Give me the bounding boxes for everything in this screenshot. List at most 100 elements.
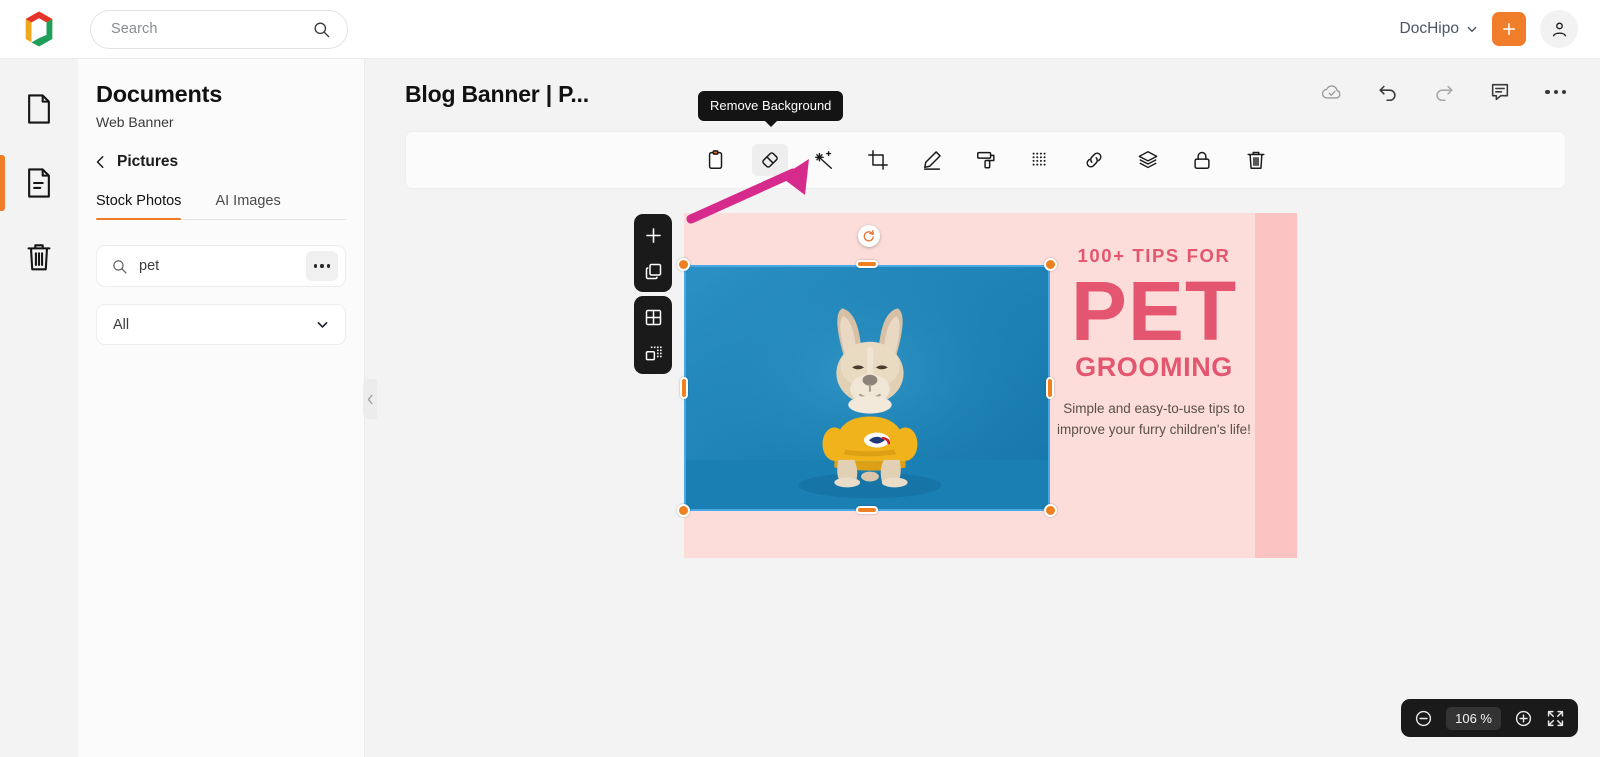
account-button[interactable] — [1540, 10, 1578, 48]
resize-handle-bottom-right[interactable] — [1044, 504, 1057, 517]
pencil-icon — [923, 151, 941, 170]
breadcrumb[interactable]: Pictures — [96, 153, 346, 171]
redo-arrow-icon — [1436, 85, 1454, 102]
tool-edit-image[interactable] — [914, 144, 950, 176]
tool-magic-enhance[interactable] — [806, 144, 842, 176]
panel-collapse-handle[interactable] — [363, 379, 377, 419]
plus-circle-icon[interactable] — [1514, 709, 1533, 728]
zoom-level-value[interactable]: 106 % — [1446, 706, 1501, 730]
grid-icon — [645, 309, 661, 325]
global-search-input[interactable]: Search — [90, 9, 348, 49]
crop-icon — [867, 150, 888, 170]
resize-handle-middle-left[interactable] — [680, 377, 688, 399]
stock-search-value: pet — [139, 258, 160, 274]
duplicate-page-button[interactable] — [641, 259, 665, 283]
banner-subheadline: GROOMING — [1075, 352, 1233, 383]
resize-handle-top-center[interactable] — [856, 260, 878, 268]
grid-layout-button[interactable] — [641, 305, 665, 329]
comments-button[interactable] — [1489, 81, 1511, 103]
stock-search-input[interactable]: pet — [96, 245, 346, 287]
selected-image-object[interactable] — [684, 265, 1050, 511]
cloud-check-icon — [1322, 85, 1341, 99]
link-icon — [1086, 152, 1101, 168]
app-logo[interactable] — [0, 9, 78, 49]
magic-wand-icon — [814, 151, 832, 169]
banner-text-block: 100+ TIPS FOR PET GROOMING Simple and ea… — [1049, 213, 1259, 558]
smart-select-icon — [645, 346, 662, 360]
category-filter-select[interactable]: All — [96, 304, 346, 345]
tool-fill-color[interactable] — [968, 144, 1004, 176]
brand-switcher[interactable]: DocHipo — [1400, 20, 1478, 38]
search-options-button[interactable] — [306, 251, 338, 281]
expand-icon[interactable] — [1546, 709, 1565, 728]
minus-circle-icon[interactable] — [1414, 709, 1433, 728]
canvas-artboard[interactable]: 100+ TIPS FOR PET GROOMING Simple and ea… — [677, 213, 1297, 558]
tab-ai-images-label: AI Images — [215, 193, 281, 209]
tab-stock-photos-label: Stock Photos — [96, 193, 182, 209]
undo-arrow-icon — [1379, 85, 1397, 102]
editor-stage: Blog Banner | P... Remove Background 100… — [365, 59, 1600, 757]
top-bar-right-group: DocHipo — [1400, 10, 1600, 48]
ellipsis-icon — [1545, 89, 1550, 95]
resize-handle-bottom-center[interactable] — [856, 506, 878, 514]
tool-remove-background[interactable] — [751, 144, 788, 176]
resize-handle-top-left[interactable] — [677, 258, 690, 271]
page-title: Blog Banner | P... — [405, 81, 589, 107]
redo-button[interactable] — [1433, 81, 1455, 103]
sidebar-item-trash[interactable] — [0, 231, 78, 283]
document-more-button[interactable] — [1545, 89, 1566, 95]
comment-icon — [1492, 83, 1509, 101]
rotate-handle-icon — [863, 230, 875, 242]
tool-layers[interactable] — [1130, 144, 1166, 176]
tool-link[interactable] — [1076, 144, 1112, 176]
pictures-panel: Documents Web Banner Pictures Stock Phot… — [78, 59, 365, 757]
sidebar-item-my-documents[interactable] — [0, 155, 78, 211]
add-element-button[interactable] — [641, 223, 665, 247]
search-icon — [113, 259, 127, 274]
user-avatar-icon — [1552, 22, 1566, 37]
chevron-left-icon — [367, 394, 373, 404]
create-new-button[interactable] — [1492, 12, 1526, 46]
plus-icon — [1502, 22, 1516, 36]
document-blank-icon — [28, 94, 50, 124]
document-actions — [1321, 81, 1566, 103]
chevron-down-icon — [1467, 26, 1477, 32]
dochipo-hex-play-logo — [25, 11, 53, 47]
banner-body-text: Simple and easy-to-use tips to improve y… — [1057, 401, 1251, 437]
rotate-handle[interactable] — [858, 225, 880, 247]
tool-lock[interactable] — [1184, 144, 1220, 176]
tool-delete[interactable] — [1238, 144, 1274, 176]
panel-subtitle: Web Banner — [96, 114, 174, 130]
tooltip-remove-background: Remove Background — [698, 91, 844, 121]
undo-button[interactable] — [1377, 81, 1399, 103]
eraser-icon — [761, 152, 778, 168]
object-toolbar — [405, 131, 1566, 189]
trash-icon — [27, 244, 51, 271]
tool-crop[interactable] — [860, 144, 896, 176]
tab-ai-images[interactable]: AI Images — [215, 193, 280, 219]
save-status-button[interactable] — [1321, 81, 1343, 103]
dochipo-editor-window: Search DocHipo Documents Web Banner Pict… — [0, 0, 1600, 757]
resize-handle-middle-right[interactable] — [1046, 377, 1054, 399]
chevron-left-icon — [96, 156, 104, 168]
resize-handle-bottom-left[interactable] — [677, 504, 690, 517]
canvas-layout-toolbar — [634, 296, 672, 374]
lock-icon — [1193, 151, 1210, 169]
top-bar: Search DocHipo — [0, 0, 1600, 59]
left-icon-rail — [0, 59, 78, 757]
tab-stock-photos[interactable]: Stock Photos — [96, 193, 182, 220]
smart-select-button[interactable] — [641, 341, 665, 365]
tool-duplicate[interactable] — [698, 144, 734, 176]
copy-pages-icon — [645, 263, 661, 279]
document-lines-icon — [28, 168, 50, 198]
banner-headline: PET — [1070, 264, 1238, 358]
resize-handle-top-right[interactable] — [1044, 258, 1057, 271]
sidebar-item-blank-document[interactable] — [0, 83, 78, 135]
tool-transparency[interactable] — [1022, 144, 1058, 176]
artboard-right-stripe — [1255, 213, 1297, 558]
layers-icon — [1138, 151, 1157, 169]
global-search-placeholder: Search — [111, 21, 158, 37]
chevron-down-icon — [317, 322, 328, 328]
halftone-grid-icon — [1032, 152, 1046, 166]
search-icon — [314, 21, 330, 37]
